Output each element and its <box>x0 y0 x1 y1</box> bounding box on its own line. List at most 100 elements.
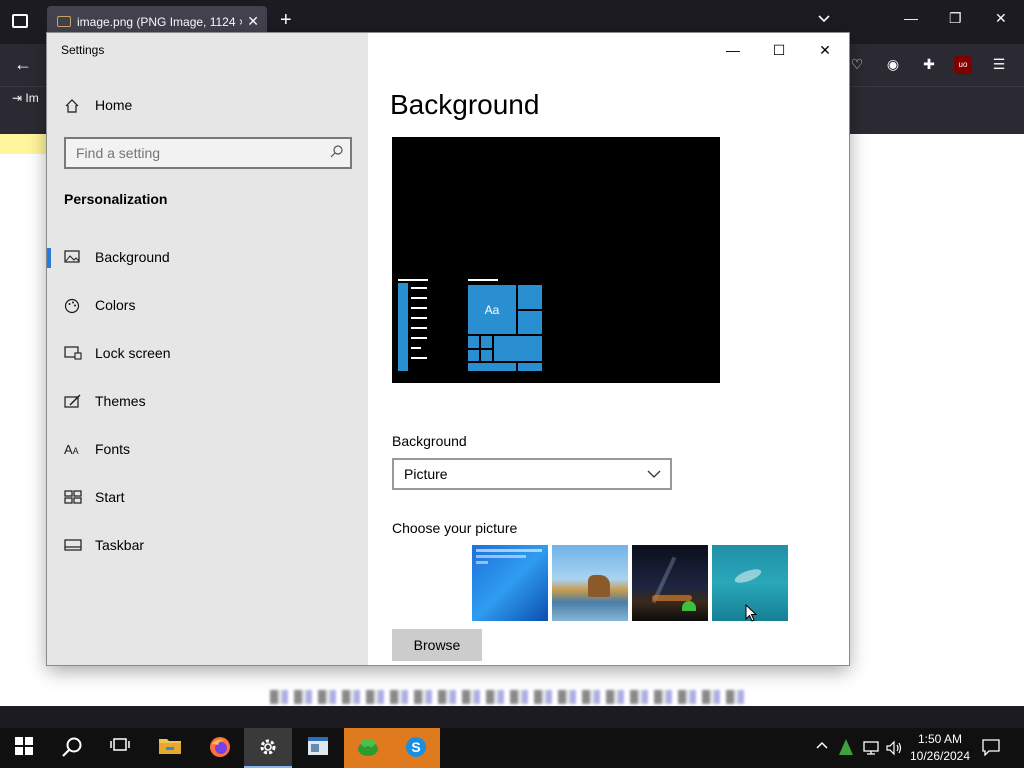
bookmark-item[interactable]: ⇥ Im <box>12 91 39 105</box>
preview-tile <box>481 350 492 361</box>
task-view-button[interactable] <box>96 728 144 768</box>
sidebar-item-themes[interactable]: Themes <box>47 382 368 422</box>
minimize-button[interactable]: — <box>718 39 748 61</box>
search-box[interactable] <box>64 137 352 169</box>
taskbar-app-orange[interactable] <box>344 728 392 768</box>
preview-line <box>411 357 427 359</box>
preview-tile-aa: Aa <box>468 285 516 334</box>
start-button[interactable] <box>0 728 48 768</box>
taskbar-settings[interactable] <box>244 728 292 768</box>
tray-app-icon[interactable] <box>838 738 854 759</box>
themes-icon <box>64 394 82 410</box>
start-icon <box>64 490 82 506</box>
window-app-icon <box>306 736 330 760</box>
search-input[interactable] <box>74 144 324 162</box>
image-favicon-icon <box>57 16 71 27</box>
fonts-icon: AA <box>64 442 79 457</box>
s-app-icon: S <box>404 736 428 760</box>
picture-icon <box>64 250 82 266</box>
clock[interactable]: 1:50 AM 10/26/2024 <box>904 731 976 765</box>
preview-line <box>411 337 427 339</box>
account-icon[interactable]: ◉ <box>884 56 902 74</box>
taskbar-icon <box>64 538 82 554</box>
background-type-dropdown[interactable]: Picture <box>392 458 672 490</box>
settings-sidebar: Settings Home Personalization Background <box>47 33 368 665</box>
browser-restore-icon[interactable]: ❐ <box>949 10 962 27</box>
preview-line <box>468 279 498 281</box>
taskbar-firefox[interactable] <box>196 728 244 768</box>
notification-icon[interactable] <box>982 738 1000 761</box>
back-arrow-icon[interactable]: ← <box>14 54 32 75</box>
taskbar-file-explorer[interactable] <box>146 728 194 768</box>
sidebar-item-colors[interactable]: Colors <box>47 286 368 326</box>
search-icon <box>60 736 84 760</box>
ublock-icon[interactable]: uo <box>954 56 972 74</box>
sidebar-item-taskbar[interactable]: Taskbar <box>47 526 368 566</box>
sidebar-item-lock-screen[interactable]: Lock screen <box>47 334 368 374</box>
sidebar-item-start[interactable]: Start <box>47 478 368 518</box>
preview-line <box>411 287 427 289</box>
picture-thumbnail-3[interactable] <box>632 545 708 621</box>
pocket-icon[interactable]: ♡ <box>848 56 866 74</box>
sidebar-item-fonts[interactable]: AA Fonts <box>47 430 368 470</box>
svg-text:S: S <box>411 739 420 755</box>
preview-tile <box>468 336 479 348</box>
preview-line <box>411 297 427 299</box>
picture-thumbnail-1[interactable] <box>472 545 548 621</box>
lock-screen-icon <box>64 346 82 362</box>
search-button[interactable] <box>48 728 96 768</box>
choose-picture-label: Choose your picture <box>392 520 518 536</box>
close-button[interactable]: ✕ <box>810 39 840 61</box>
sidebar-item-label: Home <box>95 97 133 113</box>
browser-tab-title: image.png (PNG Image, 1124 × <box>77 15 242 29</box>
sidebar-item-label: Start <box>95 489 125 505</box>
menu-icon[interactable]: ☰ <box>990 56 1008 74</box>
search-icon[interactable] <box>330 144 344 161</box>
clock-time: 1:50 AM <box>917 732 963 746</box>
browser-tab-list-icon[interactable] <box>12 14 28 28</box>
browser-close-icon[interactable]: ✕ <box>995 10 1007 27</box>
blurred-content <box>270 690 750 704</box>
settings-window: Settings Home Personalization Background <box>47 33 849 665</box>
palette-icon <box>64 298 82 314</box>
selection-indicator <box>47 248 51 268</box>
preview-line <box>398 279 428 281</box>
sidebar-item-label: Colors <box>95 297 136 313</box>
network-icon[interactable] <box>862 740 880 759</box>
taskbar-app-s[interactable]: S <box>392 728 440 768</box>
taskbar-app-window[interactable] <box>294 728 342 768</box>
chevron-down-icon[interactable] <box>817 12 833 28</box>
clock-date: 10/26/2024 <box>909 749 971 763</box>
maximize-button[interactable]: ☐ <box>764 39 794 61</box>
bookmark-label: Im <box>25 91 39 105</box>
gear-icon <box>256 736 280 760</box>
preview-line <box>411 327 427 329</box>
sidebar-item-label: Themes <box>95 393 146 409</box>
browser-minimize-icon[interactable]: — <box>904 10 918 26</box>
mouse-cursor-icon <box>745 603 759 622</box>
browse-button[interactable]: Browse <box>392 629 482 661</box>
sidebar-item-label: Background <box>95 249 170 265</box>
sidebar-item-home[interactable]: Home <box>47 86 368 126</box>
window-title: Settings <box>61 43 105 57</box>
close-tab-icon[interactable]: ✕ <box>247 13 259 30</box>
picture-thumbnail-2[interactable] <box>552 545 628 621</box>
preview-tile <box>518 311 542 334</box>
show-hidden-icons-chevron-up-icon[interactable] <box>816 740 828 755</box>
extensions-icon[interactable]: ✚ <box>920 56 938 74</box>
preview-line <box>411 347 421 349</box>
sidebar-item-label: Taskbar <box>95 537 145 553</box>
volume-icon[interactable] <box>886 740 904 759</box>
preview-tile <box>468 350 479 361</box>
new-tab-button[interactable]: + <box>280 10 292 30</box>
preview-tile <box>518 363 542 371</box>
page-title: Background <box>390 89 540 120</box>
preview-line <box>411 317 427 319</box>
home-icon <box>64 98 82 114</box>
preview-line <box>411 307 427 309</box>
sidebar-item-background[interactable]: Background <box>47 238 368 278</box>
preview-tile <box>468 363 516 371</box>
taskbar: S 1:50 AM 10/26/2024 <box>0 728 1024 768</box>
sidebar-item-label: Fonts <box>95 441 131 457</box>
windows-logo-icon <box>12 736 36 760</box>
